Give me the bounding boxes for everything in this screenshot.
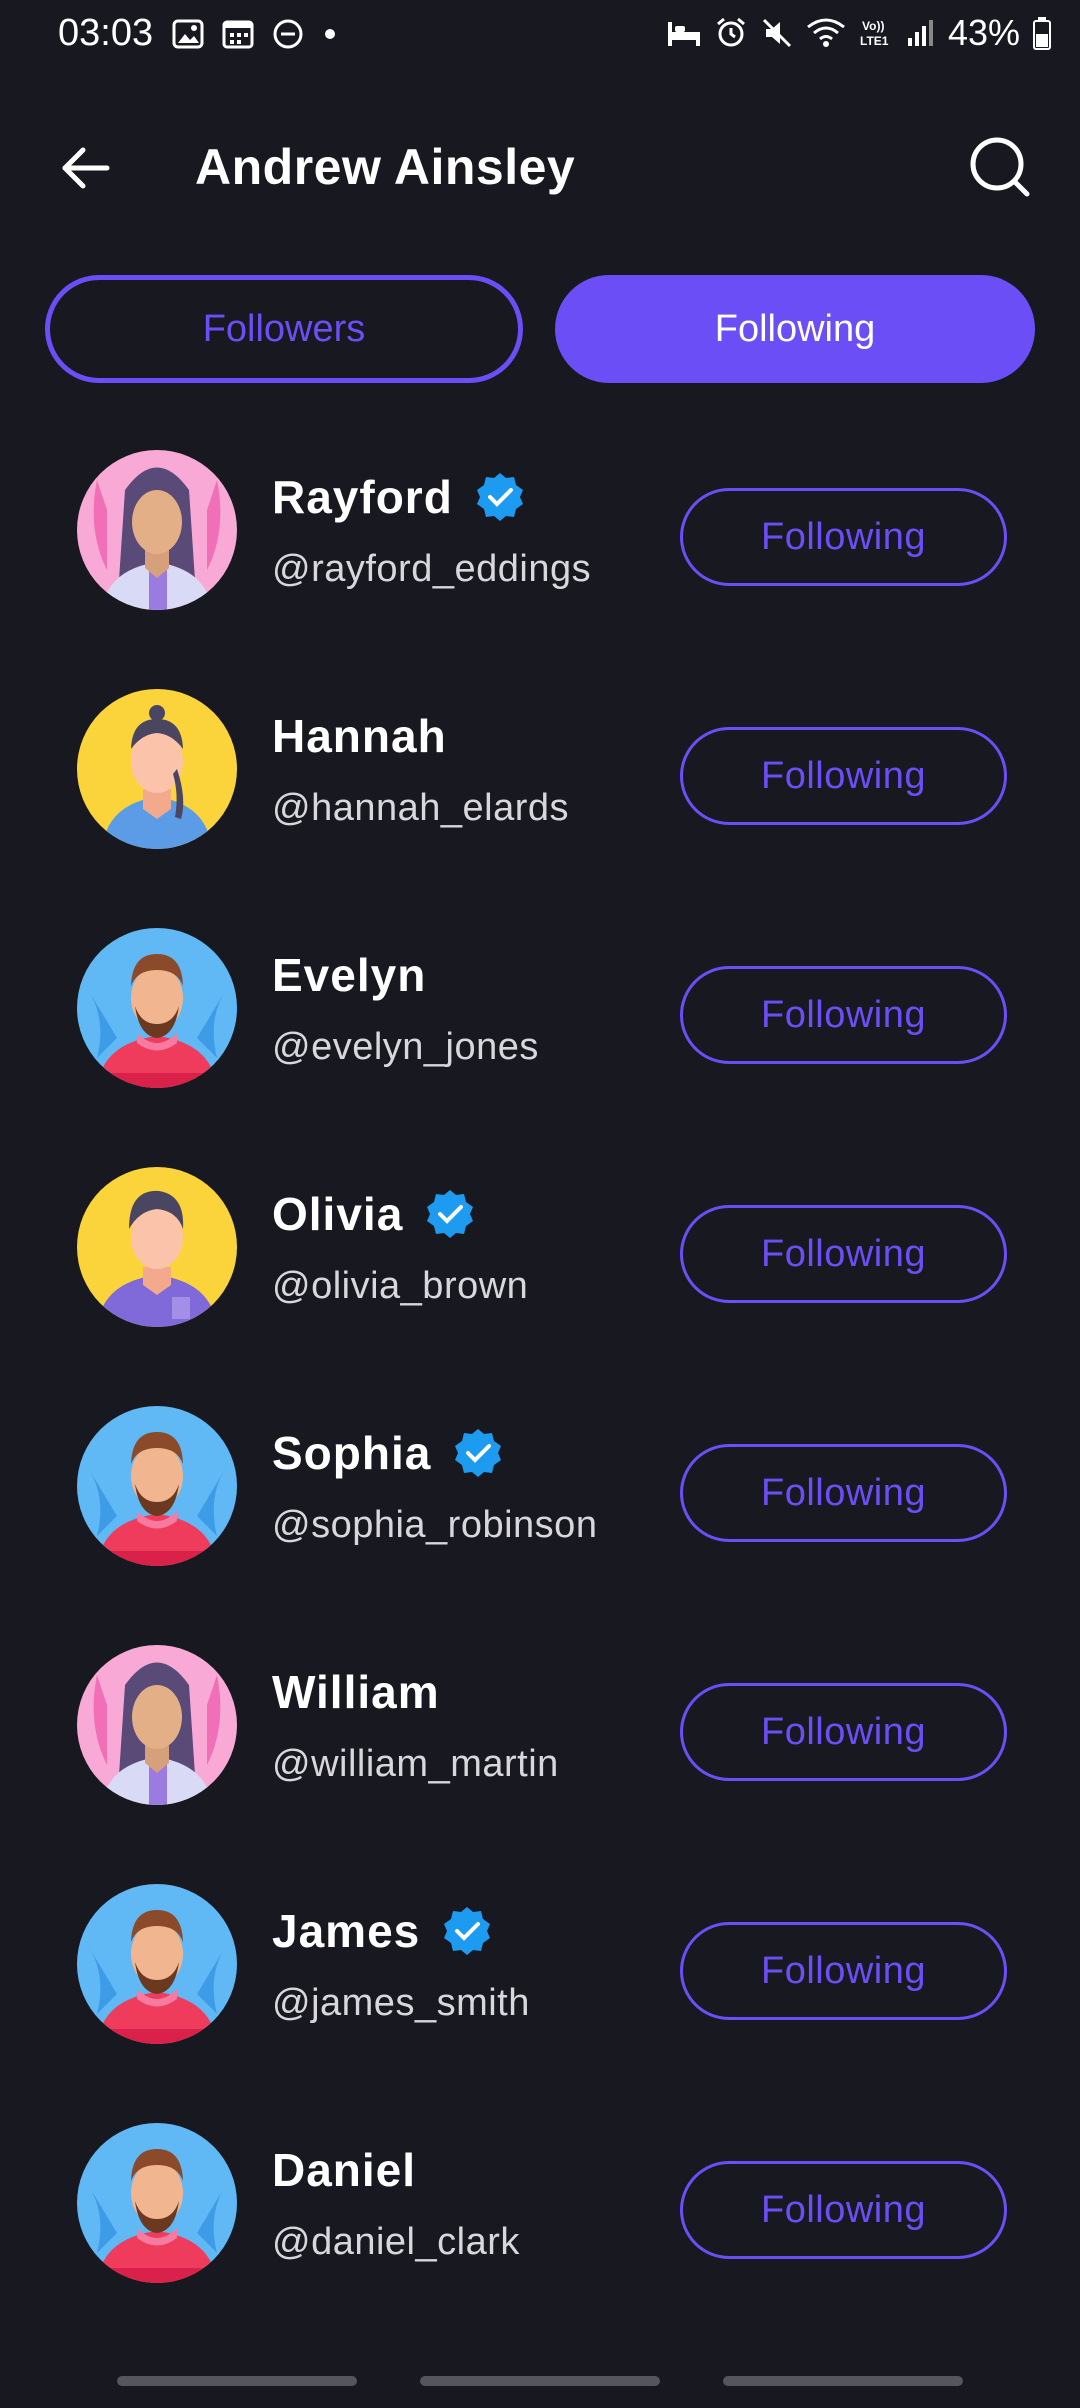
- user-handle: @rayford_eddings: [272, 548, 592, 590]
- battery-percent: 43%: [947, 12, 1020, 53]
- avatar: [77, 1167, 237, 1327]
- user-name: William: [272, 1666, 440, 1718]
- list-item[interactable]: James @james_smith Following: [0, 1874, 1080, 2113]
- alarm-icon: [716, 17, 745, 47]
- user-name: Rayford: [272, 471, 453, 523]
- dnd-icon: [273, 19, 303, 49]
- follow-tabs: Followers Following: [45, 275, 1035, 383]
- status-left-icons: [172, 18, 338, 50]
- signal-icon: [907, 20, 933, 46]
- user-handle: @james_smith: [272, 1982, 530, 2024]
- user-handle: @olivia_brown: [272, 1265, 529, 1307]
- wifi-icon: [807, 18, 845, 47]
- battery-icon: [1033, 17, 1051, 50]
- user-name: Evelyn: [272, 949, 427, 1001]
- user-handle: @sophia_robinson: [272, 1504, 598, 1546]
- avatar-man-icon: [77, 1406, 237, 1566]
- image-icon: [172, 19, 204, 49]
- following-button[interactable]: Following: [680, 1922, 1007, 2020]
- mute-icon: [762, 18, 791, 48]
- following-button[interactable]: Following: [680, 727, 1007, 825]
- avatar: [77, 450, 237, 610]
- avatar: [77, 1645, 237, 1805]
- status-right-icons: Vo)) LTE1 43%: [666, 12, 1052, 54]
- list-item[interactable]: William @william_martin Following: [0, 1635, 1080, 1874]
- user-name: Daniel: [272, 2144, 417, 2196]
- avatar: [77, 689, 237, 849]
- avatar-man-icon: [77, 928, 237, 1088]
- avatar: [77, 1884, 237, 2044]
- user-name: James: [272, 1905, 421, 1957]
- user-handle: @daniel_clark: [272, 2221, 520, 2263]
- system-nav-bar: [0, 2368, 1080, 2408]
- search-icon: [970, 137, 1030, 197]
- user-handle: @hannah_elards: [272, 787, 570, 829]
- following-button[interactable]: Following: [680, 488, 1007, 586]
- list-item[interactable]: Daniel @daniel_clark Following: [0, 2113, 1080, 2352]
- name-line: Daniel: [272, 2143, 416, 2197]
- verified-badge-icon: [455, 1429, 502, 1477]
- name-line: Sophia: [272, 1426, 505, 1480]
- status-time: 03:03: [58, 12, 154, 54]
- following-button[interactable]: Following: [680, 2161, 1007, 2259]
- list-item[interactable]: Rayford @rayford_eddings Following: [0, 440, 1080, 679]
- nav-home-button[interactable]: [420, 2376, 660, 2386]
- arrow-left-icon: [62, 147, 110, 189]
- name-line: Hannah: [272, 709, 447, 763]
- avatar-woman-icon: [77, 1645, 237, 1805]
- avatar-man-icon: [77, 1167, 237, 1327]
- list-item[interactable]: Evelyn @evelyn_jones Following: [0, 918, 1080, 1157]
- name-line: Rayford: [272, 470, 527, 524]
- list-item[interactable]: Hannah @hannah_elards Following: [0, 679, 1080, 918]
- calendar-icon: [222, 20, 254, 49]
- list-item[interactable]: Sophia @sophia_robinson Following: [0, 1396, 1080, 1635]
- list-item[interactable]: Olivia @olivia_brown Following: [0, 1157, 1080, 1396]
- volte-icon: Vo))LTE1: [860, 19, 889, 48]
- avatar: [77, 928, 237, 1088]
- following-button[interactable]: Following: [680, 1683, 1007, 1781]
- name-line: Evelyn: [272, 948, 426, 1002]
- svg-text:LTE1: LTE1: [860, 34, 889, 48]
- name-line: Olivia: [272, 1187, 477, 1241]
- following-button[interactable]: Following: [680, 1205, 1007, 1303]
- search-button[interactable]: [965, 132, 1035, 202]
- user-name: Olivia: [272, 1188, 404, 1240]
- user-name: Hannah: [272, 710, 447, 762]
- avatar-man-icon: [77, 2123, 237, 2283]
- avatar-woman-icon: [77, 689, 237, 849]
- page-title: Andrew Ainsley: [195, 139, 576, 195]
- avatar: [77, 2123, 237, 2283]
- verified-badge-icon: [444, 1907, 491, 1955]
- name-line: James: [272, 1904, 494, 1958]
- dot-icon: [325, 29, 335, 39]
- verified-badge-icon: [427, 1190, 474, 1238]
- avatar-man-icon: [77, 1884, 237, 2044]
- user-name: Sophia: [272, 1427, 432, 1479]
- name-line: William: [272, 1665, 440, 1719]
- svg-text:Vo)): Vo)): [862, 19, 884, 33]
- tab-followers[interactable]: Followers: [45, 275, 523, 383]
- status-bar: 03:03 Vo)) LTE1 43%: [0, 0, 1080, 70]
- avatar: [77, 1406, 237, 1566]
- app-header: Andrew Ainsley: [0, 120, 1080, 210]
- nav-back-button[interactable]: [723, 2376, 963, 2386]
- sleep-icon: [667, 22, 700, 46]
- following-button[interactable]: Following: [680, 966, 1007, 1064]
- back-button[interactable]: [50, 138, 120, 198]
- nav-recents-button[interactable]: [117, 2376, 357, 2386]
- user-handle: @william_martin: [272, 1743, 559, 1785]
- verified-badge-icon: [476, 473, 523, 521]
- tab-following[interactable]: Following: [555, 275, 1035, 383]
- user-handle: @evelyn_jones: [272, 1026, 539, 1068]
- avatar-woman-icon: [77, 450, 237, 610]
- following-button[interactable]: Following: [680, 1444, 1007, 1542]
- following-list: Rayford @rayford_eddings Following Hanna…: [0, 440, 1080, 2352]
